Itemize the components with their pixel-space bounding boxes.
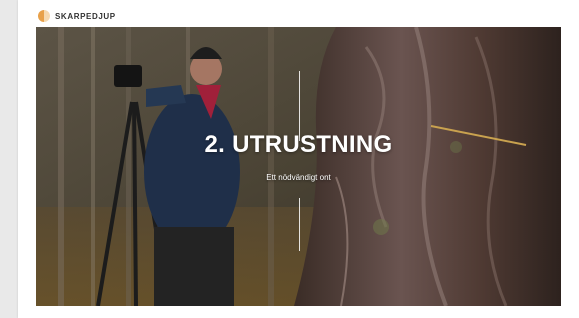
header: SKARPEDJUP: [38, 9, 116, 23]
brand-name: SKARPEDJUP: [55, 11, 116, 21]
section-subtitle: Ett nödvändigt ont: [266, 173, 331, 182]
divider-bottom: [299, 198, 300, 251]
section-title: 2. UTRUSTNING: [204, 131, 393, 158]
hero-image: 2. UTRUSTNING Ett nödvändigt ont: [36, 27, 561, 306]
forest-photo: [36, 27, 561, 306]
skarpedjup-logo-icon: [38, 10, 50, 22]
document-page: SKARPEDJUP 2. UTRUSTNING Ett nödvändigt …: [18, 0, 579, 318]
